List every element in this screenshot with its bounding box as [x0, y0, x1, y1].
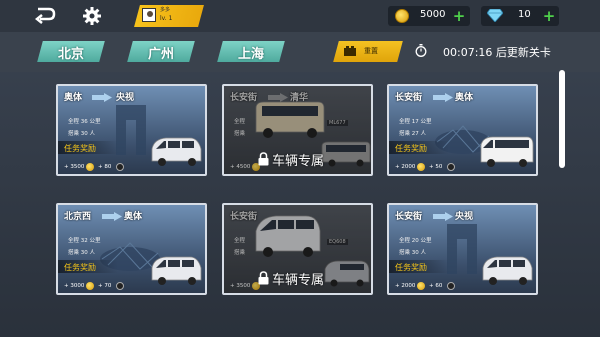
lock-icon: [258, 271, 269, 285]
route-card-locked[interactable]: 长安街 全程 搭乘 EQ608 + 3500 车辆专属: [222, 203, 373, 295]
reward-label: 任务奖励: [64, 263, 96, 272]
route-distance: 全程 20 公里: [399, 238, 432, 244]
route-card[interactable]: 长安街 奥体 全程 17 公里 搭乘 27 人 任务奖励 + 2000 + 50: [387, 84, 538, 176]
reset-label: 重置: [364, 47, 378, 55]
reward-label: 任务奖励: [395, 144, 427, 153]
coin-icon: [86, 282, 94, 290]
player-name: 多多: [160, 7, 171, 13]
reward-xp: + 60: [429, 283, 443, 289]
back-arrow-icon[interactable]: [34, 6, 56, 26]
coin-icon: [395, 9, 409, 23]
route-passengers: 搭乘 30 人: [399, 250, 426, 256]
route-distance: 全程 17 公里: [399, 119, 432, 125]
minivan-icon: [151, 256, 202, 285]
vehicle-exclusive-label: 车辆专属: [272, 154, 325, 169]
gem-value: 10: [518, 9, 531, 20]
route-card[interactable]: 奥体 央视 全程 36 公里 搭乘 30 人 任务奖励 + 3500 + 80: [56, 84, 207, 176]
reward-coins: + 3000: [64, 283, 85, 289]
minibus-icon: [480, 136, 534, 167]
route-arrow-icon: [102, 212, 122, 221]
tab-guangzhou-label: 广州: [147, 47, 174, 62]
gear-icon[interactable]: [82, 6, 102, 26]
xp-icon: [447, 163, 455, 171]
add-gem-button[interactable]: +: [542, 9, 556, 24]
minivan-icon: [151, 137, 202, 166]
scrollbar-thumb[interactable]: [559, 70, 565, 168]
route-from: 长安街: [395, 212, 423, 222]
route-distance: 全程 36 公里: [68, 119, 101, 125]
route-to: 央视: [455, 212, 474, 222]
coin-icon: [417, 282, 425, 290]
reward-xp: + 80: [98, 164, 112, 170]
route-arrow-icon: [433, 212, 453, 221]
vehicle-exclusive-label: 车辆专属: [272, 273, 325, 288]
route-to: 奥体: [124, 212, 143, 222]
xp-icon: [116, 282, 124, 290]
lock-icon: [258, 152, 269, 166]
reset-icon: [344, 46, 356, 56]
route-distance: 全程 32 公里: [68, 238, 101, 244]
coin-icon: [417, 163, 425, 171]
reward-coins: + 2000: [395, 164, 416, 170]
diamond-icon: [487, 9, 503, 22]
route-passengers: 搭乘 27 人: [399, 131, 426, 137]
reward-label: 任务奖励: [64, 144, 96, 153]
route-card[interactable]: 长安街 央视 全程 20 公里 搭乘 30 人 任务奖励 + 2000 + 60: [387, 203, 538, 295]
route-passengers: 搭乘 30 人: [68, 250, 95, 256]
reward-label: 任务奖励: [395, 263, 427, 272]
refresh-timer: 00:07:16 后更新关卡: [443, 46, 551, 59]
route-to: 央视: [116, 93, 135, 103]
coin-icon: [86, 163, 94, 171]
gold-value: 5000: [420, 9, 446, 20]
route-from: 奥体: [64, 93, 83, 103]
route-to: 奥体: [455, 93, 474, 103]
avatar: [142, 8, 156, 22]
route-passengers: 搭乘 30 人: [68, 131, 95, 137]
reward-xp: + 50: [429, 164, 443, 170]
route-card[interactable]: 北京西 奥体 全程 32 公里 搭乘 30 人 任务奖励 + 3000 + 70: [56, 203, 207, 295]
xp-icon: [447, 282, 455, 290]
reward-xp: + 70: [98, 283, 112, 289]
reward-coins: + 3500: [64, 164, 85, 170]
route-from: 长安街: [395, 93, 423, 103]
xp-icon: [116, 163, 124, 171]
player-level: lv. 1: [160, 15, 173, 22]
route-card-locked[interactable]: 长安街 清华 全程 搭乘 ML677 + 4500 车辆专属: [222, 84, 373, 176]
route-arrow-icon: [433, 93, 453, 102]
minivan-icon: [482, 256, 533, 285]
reward-coins: + 2000: [395, 283, 416, 289]
add-gold-button[interactable]: +: [452, 9, 466, 24]
stopwatch-icon: [415, 44, 427, 57]
route-arrow-icon: [92, 93, 112, 102]
tab-shanghai-label: 上海: [237, 47, 264, 62]
tab-beijing-label: 北京: [57, 47, 84, 62]
route-from: 北京西: [64, 212, 92, 222]
